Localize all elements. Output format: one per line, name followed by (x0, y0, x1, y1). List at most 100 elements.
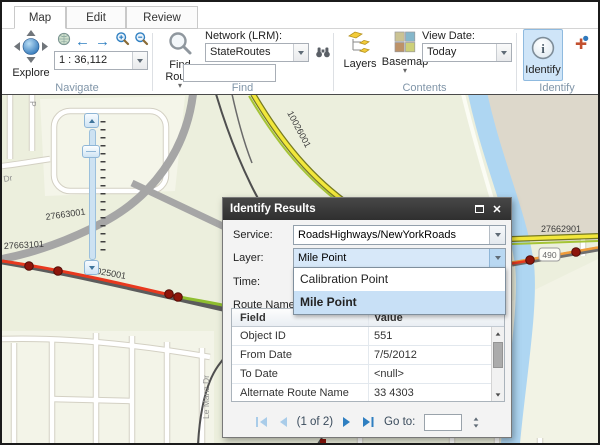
identify-icon: i (530, 35, 556, 64)
full-extent-button[interactable] (55, 33, 72, 50)
close-button[interactable]: ✕ (490, 202, 504, 216)
add-route-location-icon (573, 35, 589, 56)
route-shield: 490 (539, 248, 560, 261)
zoom-out-button[interactable] (133, 32, 150, 49)
identify-button[interactable]: i Identify (523, 29, 563, 81)
page-indicator: (1 of 2) (297, 416, 333, 428)
network-lrm-label: Network (LRM): (205, 30, 282, 42)
cell-value: 33 4303 (374, 387, 414, 399)
zoom-in-button[interactable] (114, 32, 131, 49)
tab-bar: Map Edit Review (2, 6, 598, 29)
search-routes-button[interactable] (314, 45, 331, 62)
find-route-icon (167, 30, 193, 59)
down-arrow-icon (496, 393, 501, 396)
maximize-button[interactable] (472, 202, 486, 216)
zoom-slider-handle[interactable] (82, 145, 100, 158)
chevron-down-icon (298, 51, 304, 55)
time-label: Time: (233, 276, 260, 288)
next-page-button[interactable] (342, 416, 353, 428)
table-row[interactable]: To Date <null> (232, 365, 491, 384)
tab-edit[interactable]: Edit (66, 6, 126, 29)
chevron-down-icon (495, 256, 501, 260)
cell-value: 7/5/2012 (374, 349, 417, 361)
route-label: 27663101 (4, 239, 45, 251)
layers-icon (348, 31, 372, 58)
svg-text:i: i (541, 41, 545, 56)
chevron-down-icon (501, 51, 507, 55)
layers-button[interactable]: Layers (340, 31, 380, 87)
route-label: 27662901 (541, 224, 581, 234)
route-input[interactable] (183, 64, 276, 82)
up-arrow-icon (496, 332, 501, 335)
previous-page-icon (277, 416, 288, 428)
service-combo-arrow[interactable] (489, 226, 505, 244)
svg-text:490: 490 (542, 250, 556, 260)
table-scrollbar[interactable] (491, 327, 504, 401)
identify-route-location-button[interactable] (572, 37, 589, 54)
explore-label: Explore (12, 67, 49, 79)
tab-review[interactable]: Review (126, 6, 198, 29)
zoom-slider-down-button[interactable] (84, 260, 99, 275)
identify-label: Identify (525, 64, 560, 76)
network-value: StateRoutes (206, 44, 293, 61)
view-date-combo-arrow[interactable] (496, 44, 511, 61)
dialog-titlebar[interactable]: Identify Results ✕ (223, 198, 511, 220)
goto-label: Go to: (384, 416, 415, 428)
layers-label: Layers (343, 58, 376, 70)
street-label: Le Manz Dr (201, 375, 211, 419)
previous-page-button[interactable] (277, 416, 288, 428)
layer-combo[interactable]: Mile Point (293, 248, 506, 268)
layer-value: Mile Point (294, 249, 489, 267)
dropdown-option-mile-point[interactable]: Mile Point (294, 291, 505, 314)
scale-combo-arrow[interactable] (132, 52, 147, 69)
layer-combo-arrow[interactable] (489, 249, 505, 267)
dropdown-option-calibration-point[interactable]: Calibration Point (294, 268, 505, 291)
back-extent-button[interactable]: ← (74, 33, 91, 50)
forward-extent-button[interactable]: → (94, 33, 111, 50)
map-canvas[interactable]: 490 27663001 27663101 27025001 10026001 … (2, 94, 598, 443)
next-page-icon (342, 416, 353, 428)
scroll-down-button[interactable] (492, 388, 504, 401)
service-label: Service: (233, 229, 273, 241)
basemap-icon (394, 31, 416, 56)
cell-field: Object ID (240, 330, 286, 342)
explore-button[interactable]: Explore (8, 30, 54, 88)
chevron-down-icon (495, 233, 501, 237)
layer-dropdown-list: Calibration Point Mile Point (293, 267, 506, 315)
dialog-title: Identify Results (230, 203, 316, 215)
goto-input[interactable] (424, 414, 462, 431)
network-combo-arrow[interactable] (293, 44, 308, 61)
table-row[interactable]: From Date 7/5/2012 (232, 346, 491, 365)
land-patch (2, 331, 214, 443)
goto-spinner[interactable] (473, 417, 479, 428)
table-row[interactable]: Object ID 551 (232, 327, 491, 346)
cell-field: Alternate Route Name (240, 387, 349, 399)
ribbon: Map Edit Review Explore (2, 2, 598, 95)
scroll-up-button[interactable] (492, 327, 504, 340)
view-date-value: Today (423, 44, 496, 61)
last-page-button[interactable] (362, 416, 375, 428)
cell-field: From Date (240, 349, 292, 361)
zoom-out-icon (134, 31, 149, 51)
network-combo[interactable]: StateRoutes (205, 43, 309, 62)
scale-value: 1 : 36,112 (55, 52, 132, 69)
tab-map[interactable]: Map (14, 6, 66, 29)
service-combo[interactable]: RoadsHighways/NewYorkRoads (293, 225, 506, 245)
column-header-field: Field (240, 312, 266, 324)
table-row[interactable]: Alternate Route Name 33 4303 (232, 384, 491, 402)
first-page-button[interactable] (255, 416, 268, 428)
cell-field: To Date (240, 368, 278, 380)
street-label: P (28, 101, 38, 107)
up-arrow-icon (89, 119, 95, 123)
zoom-slider-up-button[interactable] (84, 113, 99, 128)
service-value: RoadsHighways/NewYorkRoads (294, 226, 489, 244)
view-date-combo[interactable]: Today (422, 43, 512, 62)
layer-label: Layer: (233, 252, 264, 264)
scale-combo[interactable]: 1 : 36,112 (54, 51, 148, 70)
street-label: Dr (3, 173, 14, 184)
cell-value: <null> (374, 368, 404, 380)
chevron-down-icon (137, 59, 143, 63)
pagination-bar: (1 of 2) Go to: (223, 412, 511, 432)
maximize-icon (475, 205, 484, 213)
scrollbar-thumb[interactable] (493, 342, 503, 368)
